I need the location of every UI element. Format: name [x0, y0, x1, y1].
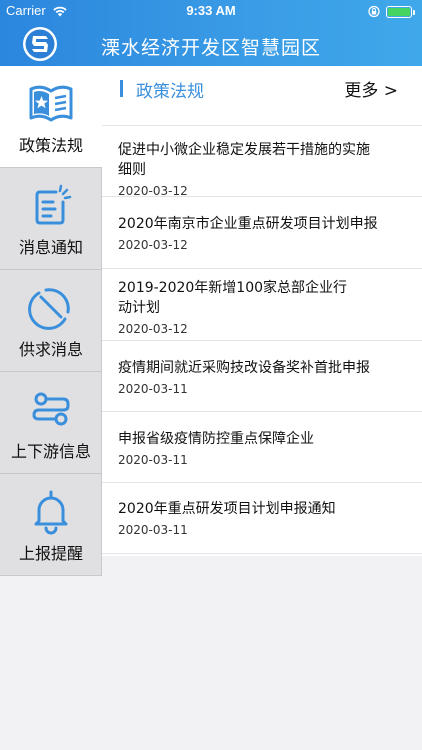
section-header: 政策法规 更多 >: [102, 66, 422, 126]
policy-book-icon: [26, 78, 76, 128]
page-title: 溧水经济开发区智慧园区: [100, 37, 321, 59]
nav-bar: 溧水经济开发区智慧园区: [0, 22, 422, 66]
news-title: 申报省级疫情防控重点保障企业: [118, 431, 314, 447]
notice-document-icon: [26, 180, 76, 230]
news-date: 2020-03-12: [118, 238, 188, 252]
news-title: 促进中小微企业稳定发展若干措施的实施 细则: [118, 142, 370, 178]
sidebar: 政策法规 消息通知 供求消息 上下游信息 上报提醒: [0, 66, 102, 576]
sidebar-item-label: 上下游信息: [10, 442, 91, 461]
status-bar: Carrier 9:33 AM: [0, 0, 422, 22]
list-item[interactable]: 促进中小微企业稳定发展若干措施的实施 细则 2020-03-12: [102, 126, 422, 198]
news-date: 2020-03-11: [118, 453, 188, 467]
section-accent-bar: [120, 80, 123, 97]
news-title: 2020年重点研发项目计划申报通知: [118, 501, 336, 517]
sidebar-item-label: 消息通知: [18, 238, 83, 257]
news-date: 2020-03-12: [118, 322, 188, 336]
list-item[interactable]: 2020年重点研发项目计划申报通知 2020-03-11: [102, 483, 422, 554]
news-title: 2019-2020年新增100家总部企业行 动计划: [118, 280, 348, 316]
news-title: 2020年南京市企业重点研发项目计划申报: [118, 216, 378, 232]
news-title: 疫情期间就近采购技改设备奖补首批申报: [118, 360, 370, 376]
news-panel: 政策法规 更多 > 促进中小微企业稳定发展若干措施的实施 细则 2020-03-1…: [102, 66, 422, 556]
news-date: 2020-03-11: [118, 382, 188, 396]
more-link[interactable]: 更多 >: [344, 76, 398, 101]
sidebar-item-label: 上报提醒: [18, 544, 83, 563]
news-date: 2020-03-12: [118, 184, 188, 198]
upstream-downstream-icon: [26, 384, 76, 434]
bell-icon: [26, 486, 76, 536]
sidebar-item-upstream-downstream[interactable]: 上下游信息: [0, 372, 102, 474]
clock-time: 9:33 AM: [186, 3, 236, 18]
list-item[interactable]: 申报省级疫情防控重点保障企业 2020-03-11: [102, 412, 422, 483]
battery-icon: [386, 6, 415, 18]
sidebar-item-supply-demand[interactable]: 供求消息: [0, 270, 102, 372]
sidebar-item-label: 政策法规: [18, 136, 83, 155]
sidebar-item-label: 供求消息: [18, 340, 83, 359]
news-list: 促进中小微企业稳定发展若干措施的实施 细则 2020-03-12 2020年南京市…: [102, 126, 422, 554]
list-item[interactable]: 疫情期间就近采购技改设备奖补首批申报 2020-03-11: [102, 341, 422, 412]
battery-level-fill: [388, 8, 410, 16]
rotation-lock-icon: [368, 5, 380, 22]
list-item[interactable]: 2019-2020年新增100家总部企业行 动计划 2020-03-12: [102, 269, 422, 341]
app-header: Carrier 9:33 AM 溧水经济开发区智慧园区: [0, 0, 422, 66]
supply-demand-icon: [26, 282, 76, 332]
section-title: 政策法规: [136, 82, 204, 102]
sidebar-item-report-reminder[interactable]: 上报提醒: [0, 474, 102, 576]
news-date: 2020-03-11: [118, 523, 188, 537]
list-item[interactable]: 2020年南京市企业重点研发项目计划申报 2020-03-12: [102, 197, 422, 269]
sidebar-item-policy[interactable]: 政策法规: [0, 66, 102, 168]
sidebar-item-notice[interactable]: 消息通知: [0, 168, 102, 270]
